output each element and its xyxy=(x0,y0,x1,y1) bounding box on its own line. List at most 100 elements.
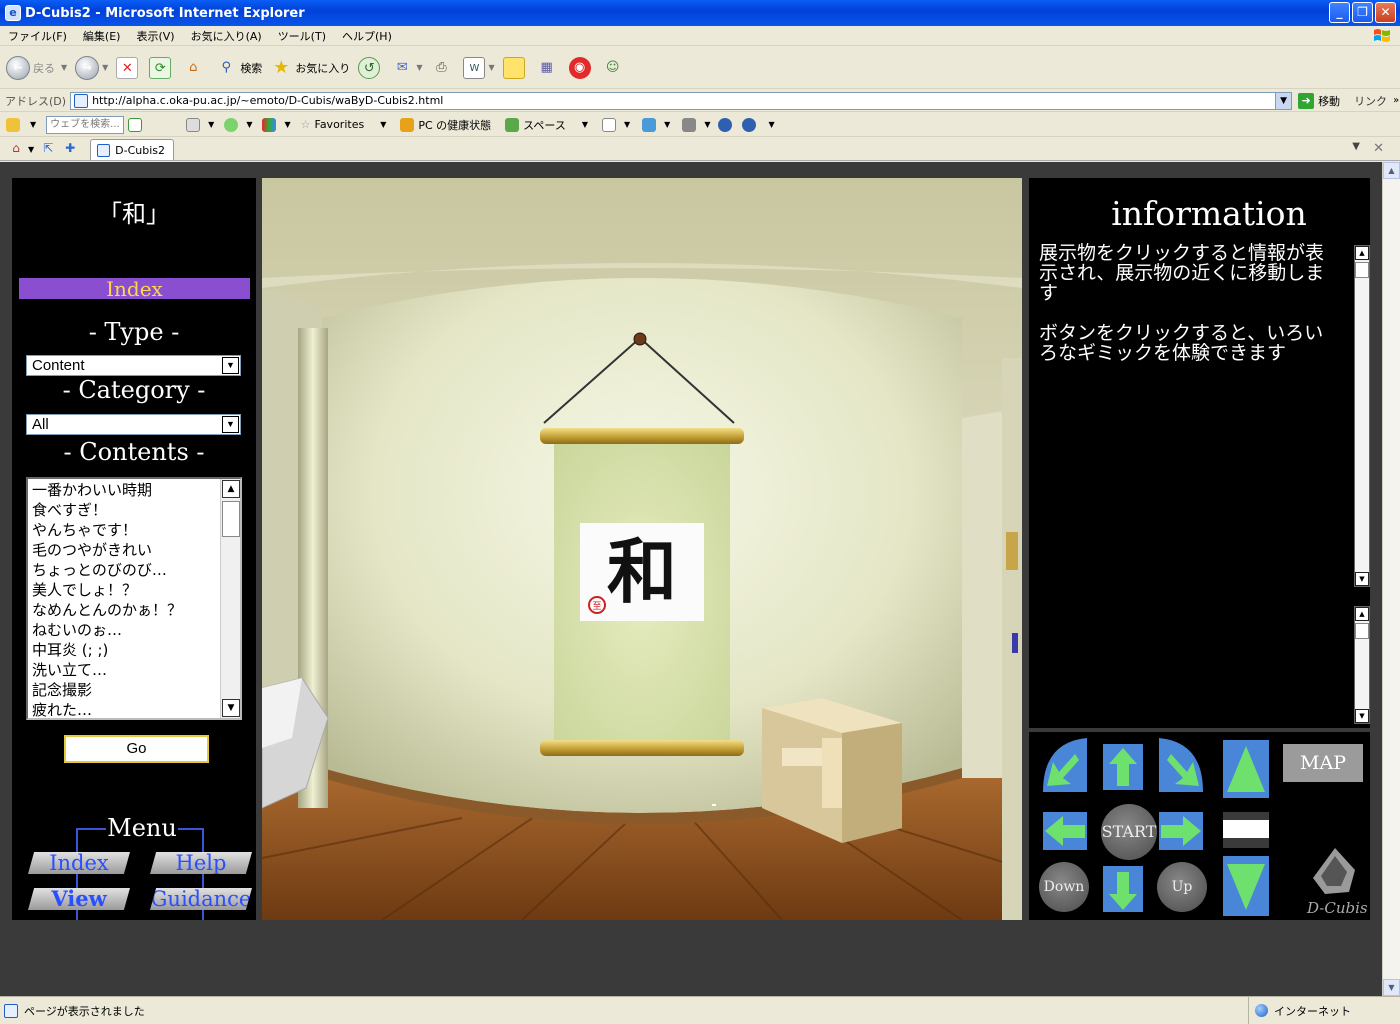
turn-right-forward-button[interactable] xyxy=(1159,738,1203,792)
contents-list[interactable]: 一番かわいい時期 食べすぎ！ やんちゃです！ 毛のつやがきれい ちょっとのびのび… xyxy=(26,477,242,720)
raise-button[interactable] xyxy=(1223,740,1269,798)
menu-help-button[interactable]: Help xyxy=(150,852,252,874)
map-button[interactable]: MAP xyxy=(1283,744,1363,782)
settings-icon[interactable] xyxy=(718,117,733,132)
search-button[interactable]: ⚲ 検索 xyxy=(215,57,263,79)
scroll-down-icon[interactable]: ▼ xyxy=(1355,572,1369,586)
tab-list-icon[interactable]: ▼ xyxy=(1352,141,1360,152)
menu-view[interactable]: 表示(V) xyxy=(136,28,174,44)
menu-edit[interactable]: 編集(E) xyxy=(83,28,121,44)
favorites-button[interactable]: ★ お気に入り xyxy=(270,57,350,79)
scroll-down-icon[interactable]: ▼ xyxy=(222,699,240,717)
scroll-thumb[interactable] xyxy=(222,501,240,537)
left-button[interactable] xyxy=(1043,812,1087,850)
pc-health-link[interactable]: PC の健康状態 xyxy=(400,117,491,133)
new-tab-plus-icon[interactable]: ✚ xyxy=(62,140,78,156)
backward-button[interactable] xyxy=(1103,866,1143,912)
close-tab-icon[interactable]: ✕ xyxy=(1373,141,1384,156)
go-contents-button[interactable]: Go xyxy=(64,735,209,763)
messenger-button[interactable]: ☺ xyxy=(602,57,627,79)
menu-favorites[interactable]: お気に入り(A) xyxy=(191,28,262,44)
mail-icon[interactable] xyxy=(602,117,617,132)
search-go-icon[interactable] xyxy=(128,117,143,132)
chevron-down-icon[interactable]: ▼ xyxy=(222,357,239,374)
messenger-red-button[interactable]: ◉ xyxy=(568,56,594,79)
info-scrollbar-top[interactable]: ▲ ▼ xyxy=(1354,245,1370,587)
home-button[interactable]: ⌂ xyxy=(182,57,207,79)
mail-button[interactable]: ✉ ▼ xyxy=(391,57,423,79)
start-button[interactable]: START xyxy=(1101,804,1157,860)
address-input[interactable]: http://alpha.c.oka-pu.ac.jp/~emoto/D-Cub… xyxy=(70,91,1293,110)
list-item[interactable]: 食べすぎ！ xyxy=(32,500,220,520)
list-item[interactable]: 毛のつやがきれい xyxy=(32,540,220,560)
menu-view-button[interactable]: View xyxy=(28,888,130,910)
go-button[interactable]: ➜ 移動 xyxy=(1298,92,1340,109)
home-tab-icon[interactable]: ⌂ xyxy=(8,140,24,156)
3d-view[interactable]: 和 至 xyxy=(262,178,1022,920)
menu-file[interactable]: ファイル(F) xyxy=(8,28,67,44)
tab-d-cubis2[interactable]: D-Cubis2 xyxy=(90,139,175,160)
list-item[interactable]: 記念撮影 xyxy=(32,680,220,700)
butterfly-icon[interactable] xyxy=(262,117,277,132)
research-button[interactable]: ▦ xyxy=(536,57,561,79)
page-scrollbar[interactable]: ▲ ▼ xyxy=(1382,162,1400,996)
lower-button[interactable] xyxy=(1223,856,1269,916)
chevron-down-icon[interactable]: ▼ xyxy=(28,145,34,154)
scroll-up-icon[interactable]: ▲ xyxy=(1355,607,1369,621)
turn-left-forward-button[interactable] xyxy=(1043,738,1087,792)
chevron-right-icon[interactable]: » xyxy=(1393,95,1399,106)
up-button[interactable]: Up xyxy=(1157,862,1207,912)
scroll-down-icon[interactable]: ▼ xyxy=(1355,709,1369,723)
stop-button[interactable]: ✕ xyxy=(116,56,141,79)
contents-scrollbar[interactable]: ▲ ▼ xyxy=(220,479,240,718)
rss-icon[interactable] xyxy=(682,117,697,132)
list-item[interactable]: 洗い立て… xyxy=(32,660,220,680)
forward-button[interactable] xyxy=(1103,744,1143,790)
favorites-link[interactable]: ☆ Favorites ▼ xyxy=(301,118,387,131)
address-dropdown-icon[interactable]: ▼ xyxy=(1275,92,1292,109)
refresh-button[interactable]: ⟳ xyxy=(149,56,174,79)
web-search-input[interactable]: ウェブを検索... xyxy=(46,115,125,134)
list-item[interactable]: 一番かわいい時期 xyxy=(32,480,220,500)
stop-level-icon[interactable] xyxy=(1223,812,1269,848)
list-item[interactable]: やんちゃです！ xyxy=(32,520,220,540)
category-select[interactable]: All ▼ xyxy=(26,414,241,435)
list-item[interactable]: ねむいのぉ… xyxy=(32,620,220,640)
scroll-thumb[interactable] xyxy=(1355,262,1369,278)
scroll-up-icon[interactable]: ▲ xyxy=(1355,246,1369,260)
maximize-button[interactable]: ❐ xyxy=(1352,2,1373,23)
list-item[interactable]: 美人でしょ！？ xyxy=(32,580,220,600)
forward-button[interactable]: → ▼ xyxy=(75,55,108,80)
open-tab-icon[interactable]: ⇱ xyxy=(40,140,56,156)
msn-butterfly-icon[interactable] xyxy=(6,117,20,132)
type-select[interactable]: Content ▼ xyxy=(26,355,241,376)
edit-button[interactable]: W ▼ xyxy=(463,56,495,79)
highlight-icon[interactable] xyxy=(186,117,201,132)
chevron-down-icon[interactable]: ▼ xyxy=(30,120,36,129)
info-scrollbar-bottom[interactable]: ▲ ▼ xyxy=(1354,606,1370,724)
add-green-icon[interactable] xyxy=(224,117,239,132)
minimize-button[interactable]: _ xyxy=(1329,2,1350,23)
list-item[interactable]: ちょっとのびのび… xyxy=(32,560,220,580)
people-icon[interactable] xyxy=(642,117,657,132)
scroll-down-icon[interactable]: ▼ xyxy=(1383,979,1400,996)
history-button[interactable]: ↺ xyxy=(358,56,383,79)
scroll-thumb[interactable] xyxy=(1355,623,1369,639)
back-button[interactable]: ← 戻る ▼ xyxy=(6,55,67,80)
list-item[interactable]: 疲れた… xyxy=(32,700,220,718)
close-button[interactable]: ✕ xyxy=(1375,2,1396,23)
menu-tools[interactable]: ツール(T) xyxy=(278,28,326,44)
print-button[interactable]: ⎙ xyxy=(430,57,455,79)
list-item[interactable]: なめんとんのかぁ！？ xyxy=(32,600,220,620)
spaces-link[interactable]: スペース ▼ xyxy=(505,117,588,133)
menu-index-button[interactable]: Index xyxy=(28,852,130,874)
down-button[interactable]: Down xyxy=(1039,862,1089,912)
right-button[interactable] xyxy=(1159,812,1203,850)
note-button[interactable] xyxy=(502,56,528,79)
scroll-up-icon[interactable]: ▲ xyxy=(222,480,240,498)
links-label[interactable]: リンク xyxy=(1354,93,1387,109)
chevron-down-icon[interactable]: ▼ xyxy=(222,416,239,433)
menu-guidance-button[interactable]: Guidance xyxy=(150,888,252,910)
scroll-up-icon[interactable]: ▲ xyxy=(1383,162,1400,179)
menu-help[interactable]: ヘルプ(H) xyxy=(342,28,392,44)
